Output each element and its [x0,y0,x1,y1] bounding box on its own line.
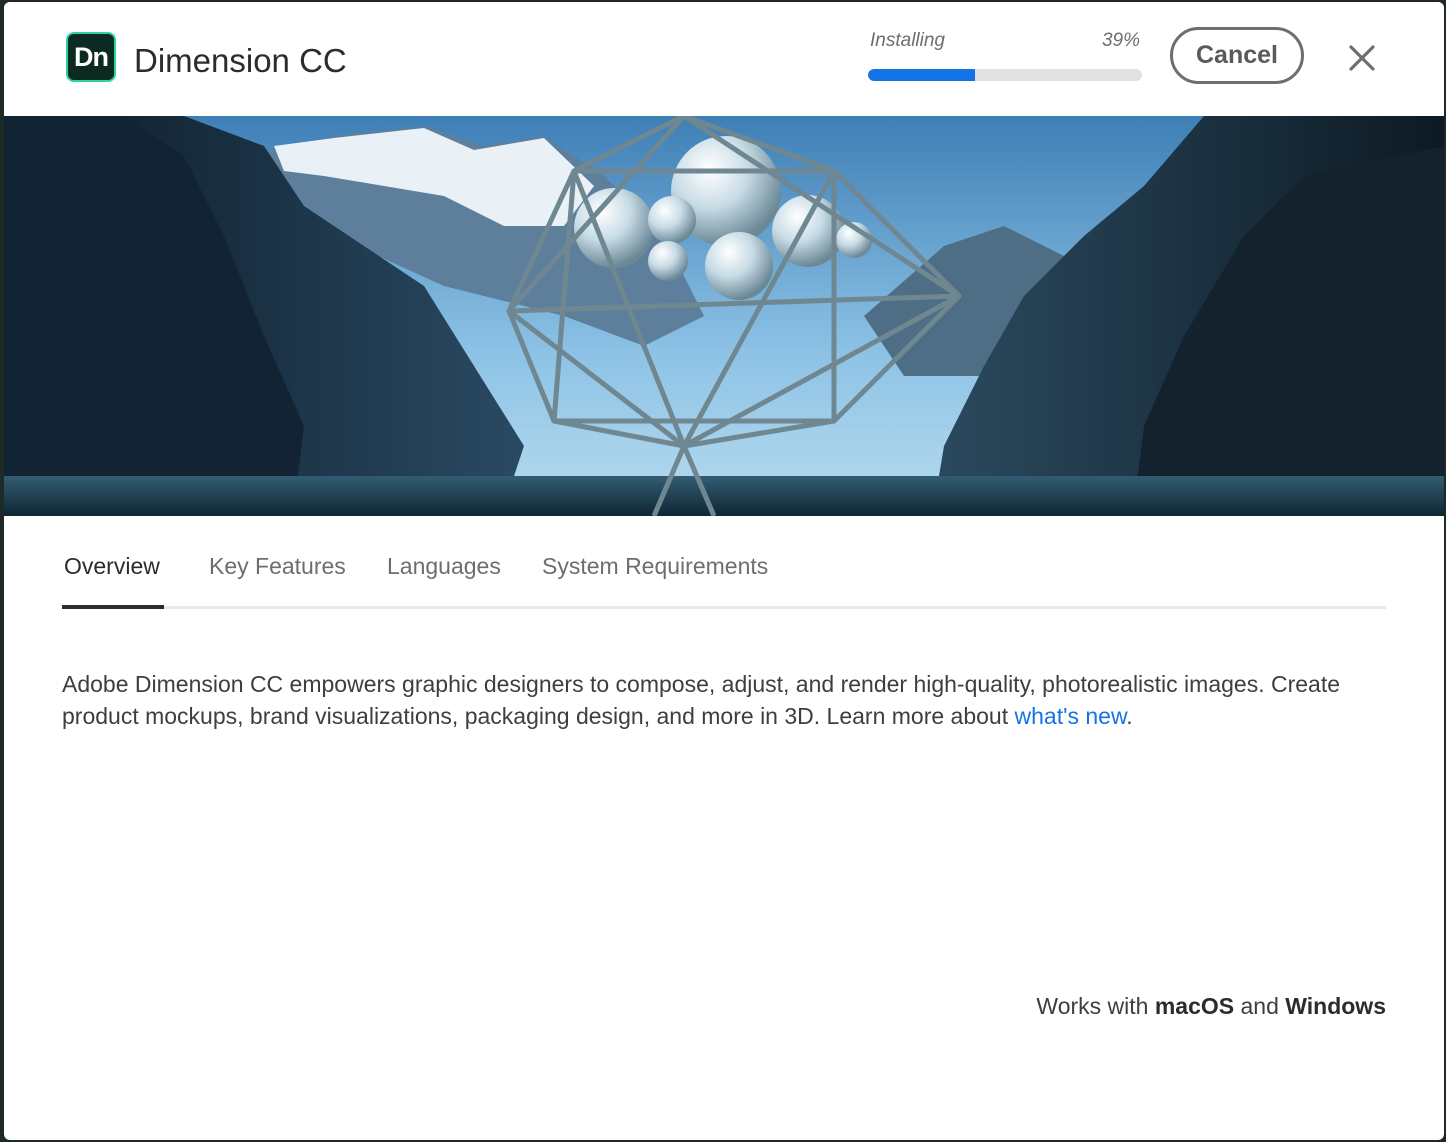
tab-divider [62,606,1386,609]
install-status: Installing 39% [868,28,1142,88]
tab-overview[interactable]: Overview [64,548,160,608]
overview-text: Adobe Dimension CC empowers graphic desi… [62,671,1341,729]
install-percent: 39% [1101,30,1140,51]
platform-macos: macOS [1154,993,1235,1019]
tab-system-requirements[interactable]: System Requirements [542,548,768,608]
cancel-button[interactable]: Cancel [1170,27,1304,84]
overview-description: Adobe Dimension CC empowers graphic desi… [62,668,1362,732]
install-status-label: Installing [870,30,945,51]
header: Dn Dimension CC Installing 39% Cancel [4,2,1444,116]
progress-fill [868,69,975,81]
platform-windows: Windows [1285,993,1386,1019]
tab-bar: Overview Key Features Languages System R… [62,548,1386,610]
platform-and: and [1234,993,1286,1019]
close-icon [1349,45,1375,71]
platform-prefix: Works with [1036,993,1155,1019]
platform-support: Works with macOS and Windows [1036,993,1386,1020]
tab-key-features[interactable]: Key Features [209,548,346,608]
whats-new-link[interactable]: what's new [1015,703,1127,729]
installer-window: Dn Dimension CC Installing 39% Cancel Ov… [4,2,1444,1140]
hero-illustration [4,116,1444,516]
tab-languages[interactable]: Languages [387,548,501,608]
hero-image [4,116,1444,516]
close-button[interactable] [1342,38,1382,78]
overview-period: . [1126,703,1133,729]
app-title: Dimension CC [134,42,347,79]
dimension-app-icon: Dn [66,32,116,82]
active-tab-indicator [62,605,164,609]
progress-bar [868,69,1142,81]
